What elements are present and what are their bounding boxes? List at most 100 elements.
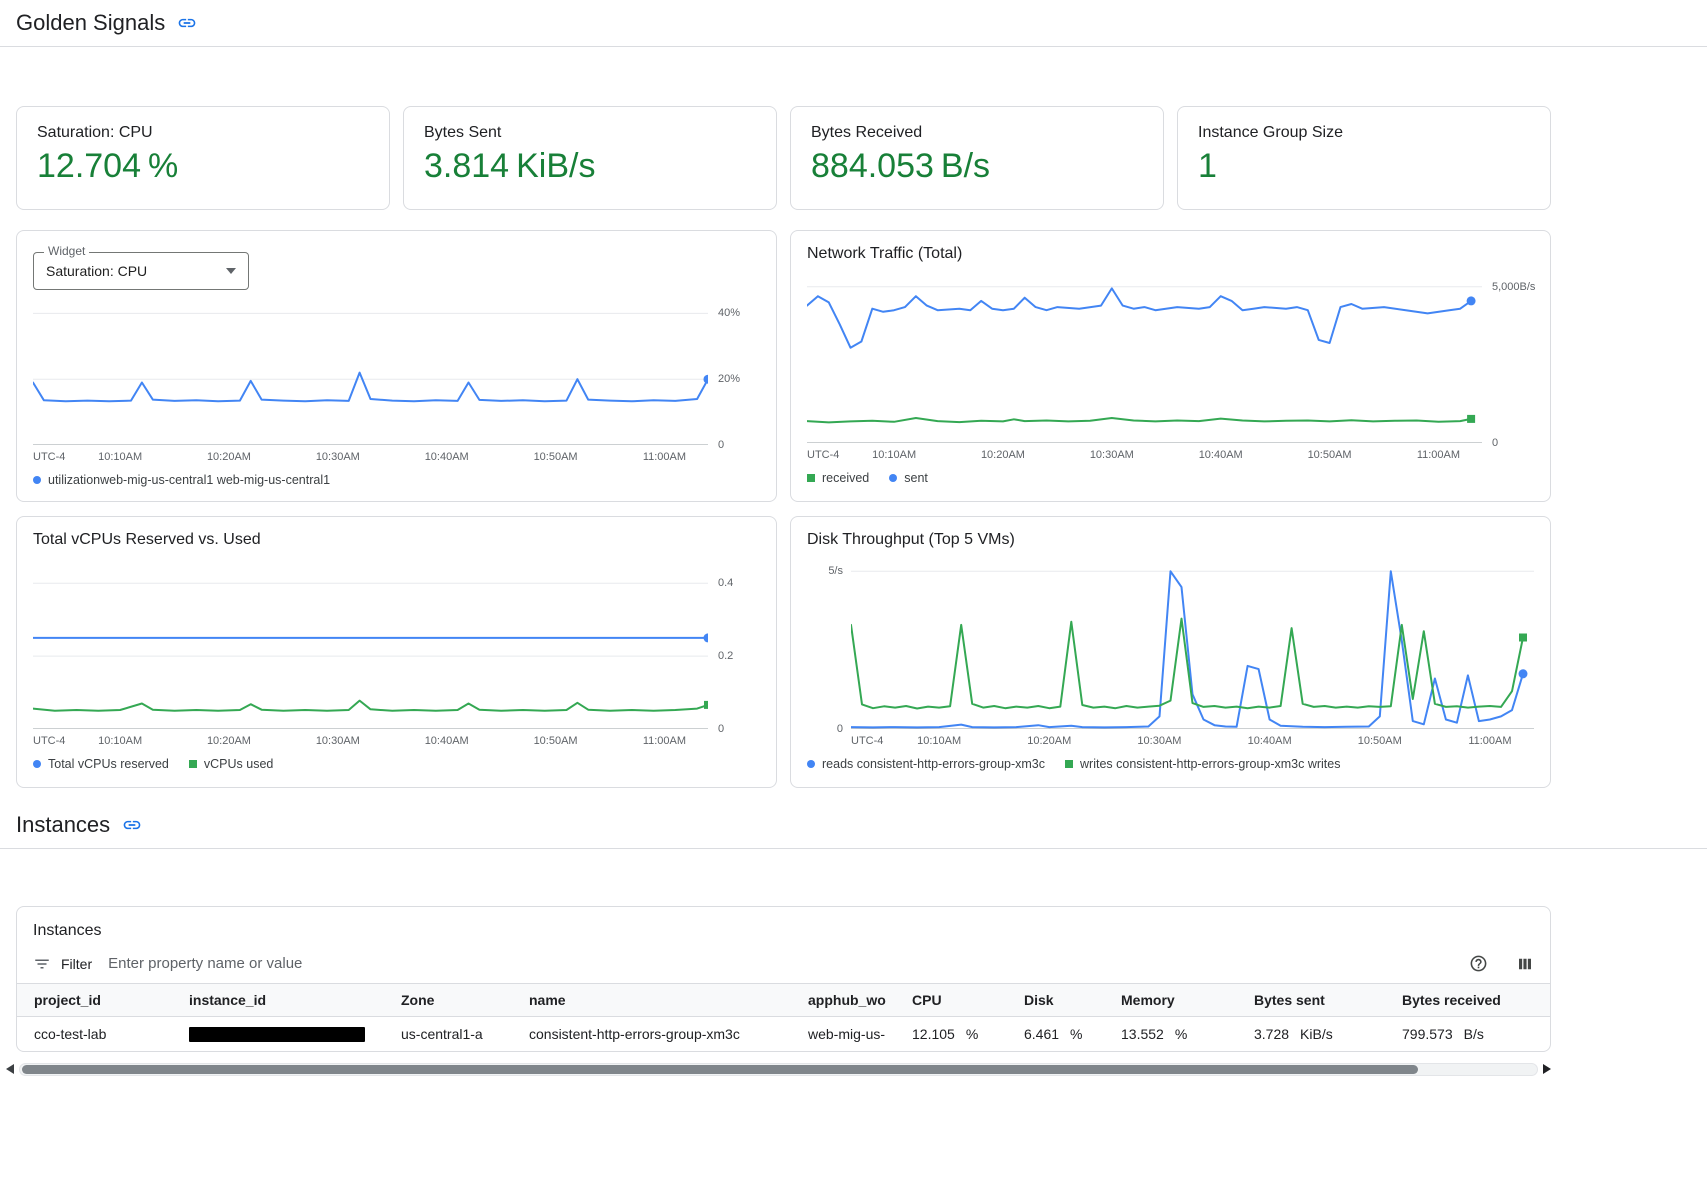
redacted-instance-id xyxy=(189,1027,365,1042)
legend-label: vCPUs used xyxy=(204,757,273,771)
scorecard-value: 884.053 xyxy=(811,147,934,186)
horizontal-scrollbar[interactable] xyxy=(6,1061,1551,1077)
x-axis-tick-label: 11:00AM xyxy=(1417,449,1460,461)
scorecard-unit: KiB/s xyxy=(516,147,595,186)
x-axis-tick-label: 10:20AM xyxy=(981,449,1025,461)
x-axis-tick-label: 11:00AM xyxy=(1468,735,1511,747)
legend-item[interactable]: sent xyxy=(889,471,928,485)
page-title: Golden Signals xyxy=(16,10,165,36)
legend-item[interactable]: Total vCPUs reserved xyxy=(33,757,169,771)
y-axis-tick-label: 0.2 xyxy=(718,650,733,662)
chart-card-vcpus: Total vCPUs Reserved vs. Used 0.40.20 UT… xyxy=(16,516,777,788)
scrollbar-thumb[interactable] xyxy=(22,1065,1418,1074)
scorecard-row: Saturation: CPU 12.704 % Bytes Sent 3.81… xyxy=(16,106,1551,210)
x-axis-tick-label: 10:50AM xyxy=(534,451,578,463)
scorecard-value: 1 xyxy=(1198,147,1217,186)
x-axis-tick-label: UTC-4 xyxy=(33,451,65,463)
x-axis-tick-label: 10:20AM xyxy=(1027,735,1071,747)
y-axis-tick-label: 40% xyxy=(718,307,740,319)
column-header-bytes-received[interactable]: Bytes received xyxy=(1392,984,1550,1017)
x-axis-tick-label: 10:20AM xyxy=(207,451,251,463)
scroll-right-arrow-icon[interactable] xyxy=(1543,1064,1551,1074)
y-axis-tick-label: 0 xyxy=(837,723,843,735)
scorecard-label: Bytes Sent xyxy=(424,124,756,142)
column-header-memory[interactable]: Memory xyxy=(1111,984,1244,1017)
column-header-bytes-sent[interactable]: Bytes sent xyxy=(1244,984,1392,1017)
circle-marker-icon xyxy=(889,474,897,482)
chart-legend: Total vCPUs reserved vCPUs used xyxy=(33,757,760,771)
circle-marker-icon xyxy=(33,476,41,484)
widget-selector-value: Saturation: CPU xyxy=(46,263,147,279)
vcpus-chart[interactable] xyxy=(33,565,708,729)
y-axis-tick-label: 0 xyxy=(718,439,724,451)
column-header-project-id[interactable]: project_id xyxy=(17,984,179,1017)
network-traffic-chart[interactable] xyxy=(807,279,1482,443)
x-axis-tick-label: 11:00AM xyxy=(643,735,686,747)
column-picker-icon[interactable] xyxy=(1516,955,1534,973)
chart-card-disk-throughput: Disk Throughput (Top 5 VMs) 5/s 0 UTC-4 10… xyxy=(790,516,1551,788)
column-header-disk[interactable]: Disk xyxy=(1014,984,1111,1017)
x-axis-tick-label: 10:40AM xyxy=(425,735,469,747)
scorecard-bytes-received: Bytes Received 884.053 B/s xyxy=(790,106,1164,210)
link-icon[interactable] xyxy=(122,815,142,835)
legend-item[interactable]: utilizationweb-mig-us-central1 web-mig-u… xyxy=(33,473,330,487)
x-axis-tick-label: 10:40AM xyxy=(425,451,469,463)
y-axis-tick-label: 5,000B/s xyxy=(1492,281,1535,293)
y-axis-tick-label: 5/s xyxy=(828,565,843,577)
x-axis-tick-label: UTC-4 xyxy=(851,735,883,747)
filter-icon[interactable] xyxy=(33,955,51,973)
column-header-apphub-workload[interactable]: apphub_wo xyxy=(798,984,902,1017)
widget-selector-label: Widget xyxy=(44,245,89,257)
x-axis-tick-label: 10:10AM xyxy=(917,735,961,747)
filter-bar: Filter xyxy=(17,950,1550,983)
scorecard-label: Saturation: CPU xyxy=(37,124,369,142)
column-header-instance-id[interactable]: instance_id xyxy=(179,984,391,1017)
column-header-zone[interactable]: Zone xyxy=(391,984,519,1017)
chart-legend: reads consistent-http-errors-group-xm3c w… xyxy=(807,757,1534,771)
square-marker-icon xyxy=(189,760,197,768)
table-cell: consistent-http-errors-group-xm3c xyxy=(519,1017,798,1052)
legend-label: received xyxy=(822,471,869,485)
widget-selector[interactable]: Widget Saturation: CPU xyxy=(33,252,249,290)
column-header-cpu[interactable]: CPU xyxy=(902,984,1014,1017)
scorecard-unit: % xyxy=(148,147,178,186)
link-icon[interactable] xyxy=(177,13,197,33)
table-cell: web-mig-us- xyxy=(798,1017,902,1052)
table-cell: 799.573B/s xyxy=(1392,1017,1550,1052)
y-axis-tick-label: 0 xyxy=(1492,437,1498,449)
disk-throughput-chart[interactable] xyxy=(851,565,1534,729)
scroll-left-arrow-icon[interactable] xyxy=(6,1064,14,1074)
x-axis-tick-label: UTC-4 xyxy=(807,449,839,461)
legend-item[interactable]: received xyxy=(807,471,869,485)
help-icon[interactable] xyxy=(1469,954,1488,973)
x-axis-tick-label: 10:10AM xyxy=(872,449,916,461)
x-axis-tick-label: 10:40AM xyxy=(1248,735,1292,747)
saturation-cpu-chart[interactable] xyxy=(33,297,708,445)
x-axis-tick-label: UTC-4 xyxy=(33,735,65,747)
scrollbar-track[interactable] xyxy=(19,1063,1538,1076)
x-axis-tick-label: 10:40AM xyxy=(1199,449,1243,461)
table-header-row: project_id instance_id Zone name apphub_… xyxy=(17,984,1550,1017)
table-body: cco-test-labus-central1-aconsistent-http… xyxy=(17,1017,1550,1052)
filter-label[interactable]: Filter xyxy=(61,956,92,972)
legend-item[interactable]: vCPUs used xyxy=(189,757,273,771)
y-axis-labels: 0.40.20 xyxy=(708,565,760,729)
legend-item[interactable]: writes consistent-http-errors-group-xm3c… xyxy=(1065,757,1341,771)
legend-item[interactable]: reads consistent-http-errors-group-xm3c xyxy=(807,757,1045,771)
table-row[interactable]: cco-test-labus-central1-aconsistent-http… xyxy=(17,1017,1550,1052)
chart-title: Disk Throughput (Top 5 VMs) xyxy=(807,531,1534,555)
y-axis-tick-label: 0.4 xyxy=(718,577,733,589)
y-axis-tick-label: 0 xyxy=(718,723,724,735)
x-axis-tick-label: 10:30AM xyxy=(316,735,360,747)
filter-input[interactable] xyxy=(108,955,1447,972)
square-marker-icon xyxy=(1065,760,1073,768)
charts-grid: Widget Saturation: CPU 40% 20% 0 UTC-4 10:1… xyxy=(16,230,1551,788)
y-axis-tick-label: 20% xyxy=(718,373,740,385)
legend-label: sent xyxy=(904,471,928,485)
scorecard-label: Bytes Received xyxy=(811,124,1143,142)
legend-label: writes consistent-http-errors-group-xm3c… xyxy=(1080,757,1341,771)
x-axis-tick-label: 11:00AM xyxy=(643,451,686,463)
legend-label: reads consistent-http-errors-group-xm3c xyxy=(822,757,1045,771)
x-axis-tick-label: 10:30AM xyxy=(1090,449,1134,461)
column-header-name[interactable]: name xyxy=(519,984,798,1017)
